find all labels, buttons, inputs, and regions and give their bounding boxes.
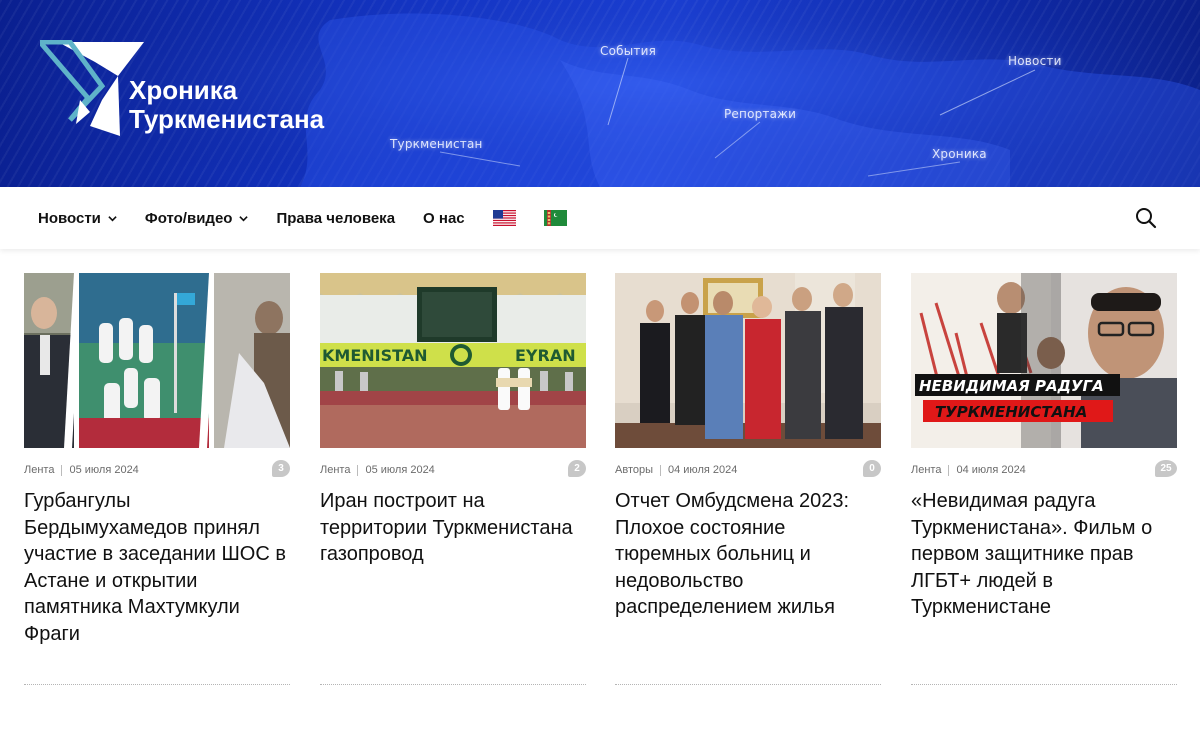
banner-label-chronicle: Хроника	[932, 147, 987, 161]
card-divider	[320, 684, 586, 685]
site-logo[interactable]: Хроника Туркменистана	[40, 40, 370, 140]
article-date: 05 июля 2024	[69, 464, 139, 476]
article-card: НЕВИДИМАЯ РАДУГА ТУРКМЕНИСТАНА Лента 04 …	[911, 273, 1177, 621]
article-thumbnail[interactable]	[615, 273, 881, 448]
article-card: KMENISTAN EYRAN Лента 05 июля 2024 2 Ира…	[320, 273, 586, 568]
article-image-group-photo	[615, 273, 881, 448]
banner-label-events: События	[600, 44, 657, 58]
nav-item-news-label: Новости	[38, 209, 101, 227]
article-thumbnail[interactable]: НЕВИДИМАЯ РАДУГА ТУРКМЕНИСТАНА	[911, 273, 1177, 448]
meta-separator	[660, 464, 661, 476]
site-header-banner: События Новости Репортажи Туркменистан Х…	[0, 0, 1200, 187]
article-image-film-poster: НЕВИДИМАЯ РАДУГА ТУРКМЕНИСТАНА	[911, 273, 1177, 448]
article-category[interactable]: Авторы	[615, 464, 653, 476]
article-grid: Лента 05 июля 2024 3 Гурбангулы Бердымух…	[24, 273, 1184, 693]
nav-item-human-rights[interactable]: Права человека	[276, 210, 395, 227]
article-card: Авторы 04 июля 2024 0 Отчет Омбудсмена 2…	[615, 273, 881, 621]
nav-item-photo-video[interactable]: Фото/видео	[145, 210, 249, 227]
article-date: 05 июля 2024	[365, 464, 435, 476]
article-image-ceremony: KMENISTAN EYRAN	[320, 273, 586, 448]
banner-label-reports: Репортажи	[724, 107, 797, 121]
article-category[interactable]: Лента	[24, 464, 54, 476]
article-date: 04 июля 2024	[956, 464, 1026, 476]
comment-count-badge[interactable]: 0	[863, 460, 881, 477]
meta-separator	[357, 464, 359, 476]
article-title[interactable]: Гурбангулы Бердымухамедов принял участие…	[24, 488, 290, 647]
meta-separator	[61, 464, 63, 476]
article-meta: Лента 05 июля 2024 2	[320, 460, 586, 478]
article-date: 04 июля 2024	[668, 464, 738, 476]
article-image-collage	[24, 273, 290, 448]
article-title[interactable]: Отчет Омбудсмена 2023: Плохое состояние …	[615, 488, 881, 621]
nav-item-news[interactable]: Новости	[38, 210, 117, 227]
logo-line-1: Хроника	[129, 75, 238, 105]
article-meta: Авторы 04 июля 2024 0	[615, 460, 881, 478]
comment-count-badge[interactable]: 25	[1155, 460, 1177, 477]
article-title[interactable]: Иран построит на территории Туркменистан…	[320, 488, 586, 568]
banner-label-turkmenistan: Туркменистан	[390, 137, 483, 151]
nav-item-about-label: О нас	[423, 209, 465, 227]
article-category[interactable]: Лента	[911, 464, 941, 476]
nav-item-about[interactable]: О нас	[423, 210, 465, 227]
card-divider	[24, 684, 290, 685]
meta-separator	[948, 464, 950, 476]
card-divider	[911, 684, 1177, 685]
article-meta: Лента 04 июля 2024 25	[911, 460, 1177, 478]
banner-text-left: KMENISTAN	[322, 346, 428, 365]
article-thumbnail[interactable]	[24, 273, 290, 448]
article-title[interactable]: «Невидимая радуга Туркменистана». Фильм …	[911, 488, 1177, 621]
article-meta: Лента 05 июля 2024 3	[24, 460, 290, 478]
logo-wordmark: Хроника Туркменистана	[129, 76, 324, 134]
chevron-down-icon	[108, 215, 117, 221]
nav-item-photo-video-label: Фото/видео	[144, 209, 233, 227]
turkmenistan-flag-icon[interactable]	[543, 210, 567, 226]
nav-menu: Новости Фото/видео Права человека О нас	[38, 187, 595, 249]
banner-label-news: Новости	[1008, 54, 1062, 68]
article-thumbnail[interactable]: KMENISTAN EYRAN	[320, 273, 586, 448]
article-category[interactable]: Лента	[320, 464, 350, 476]
logo-line-2: Туркменистана	[129, 104, 325, 134]
search-icon[interactable]	[1135, 207, 1157, 229]
card-divider	[615, 684, 881, 685]
comment-count-badge[interactable]: 2	[568, 460, 586, 477]
main-navigation: Новости Фото/видео Права человека О нас	[0, 187, 1200, 249]
comment-count-badge[interactable]: 3	[272, 460, 290, 477]
article-card: Лента 05 июля 2024 3 Гурбангулы Бердымух…	[24, 273, 290, 647]
poster-caption-line2: ТУРКМЕНИСТАНА	[935, 403, 1087, 421]
banner-text-right: EYRAN	[515, 346, 576, 365]
chevron-down-icon	[239, 215, 249, 221]
us-flag-icon[interactable]	[492, 210, 516, 226]
nav-item-human-rights-label: Права человека	[276, 209, 396, 227]
poster-caption-line1: НЕВИДИМАЯ РАДУГА	[919, 377, 1104, 395]
